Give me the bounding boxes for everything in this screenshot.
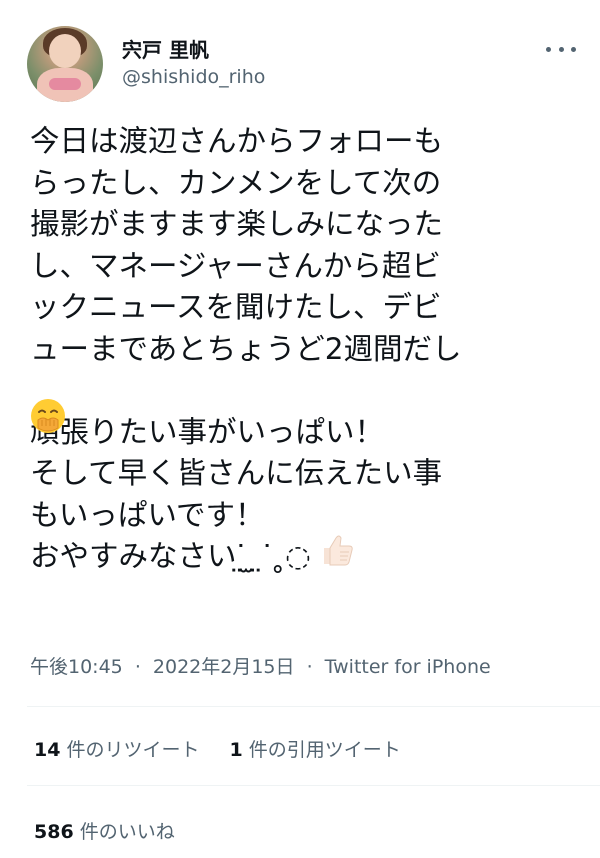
tweet-card: 宍戸 里帆 @shishido_riho 今日は渡辺さんからフォローも らったし… — [0, 0, 600, 858]
tweet-metadata: 午後10:45 · 2022年2月15日 · Twitter for iPhon… — [30, 652, 491, 679]
tweet-date[interactable]: 2022年2月15日 — [153, 656, 295, 678]
avatar[interactable] — [27, 26, 103, 102]
more-options-icon[interactable] — [546, 44, 576, 54]
quotes-label: 件の引用ツイート — [242, 739, 401, 761]
tweet-time[interactable]: 午後10:45 — [30, 656, 123, 678]
face-with-hand-over-mouth-icon — [31, 399, 65, 433]
meta-separator: · — [134, 656, 141, 678]
user-handle[interactable]: @shishido_riho — [122, 66, 265, 88]
dot — [558, 46, 564, 52]
quotes-link[interactable]: 1 件の引用ツイート — [230, 739, 401, 761]
avatar-face-shape — [49, 34, 81, 68]
likes-label: 件のいいね — [73, 821, 175, 843]
thumbs-up-icon — [324, 535, 353, 566]
retweets-count: 14 — [34, 739, 61, 761]
likes-count: 586 — [34, 821, 74, 843]
tweet-source[interactable]: Twitter for iPhone — [325, 656, 491, 678]
engagement-stats: 14 件のリツイート 1 件の引用ツイート — [34, 735, 401, 762]
meta-separator: · — [306, 656, 313, 678]
retweets-label: 件のリツイート — [60, 739, 200, 761]
dot — [546, 46, 551, 52]
retweets-link[interactable]: 14 件のリツイート — [34, 739, 200, 761]
likes-link[interactable]: 586 件のいいね — [34, 817, 175, 844]
dot — [571, 46, 576, 52]
tweet-text: 今日は渡辺さんからフォローも らったし、カンメンをして次の 撮影がますます楽しみ… — [30, 124, 462, 573]
divider — [27, 785, 600, 786]
divider — [27, 706, 600, 707]
avatar-swimwear-shape — [49, 78, 81, 90]
quotes-count: 1 — [229, 739, 243, 761]
display-name[interactable]: 宍戸 里帆 — [122, 34, 209, 63]
